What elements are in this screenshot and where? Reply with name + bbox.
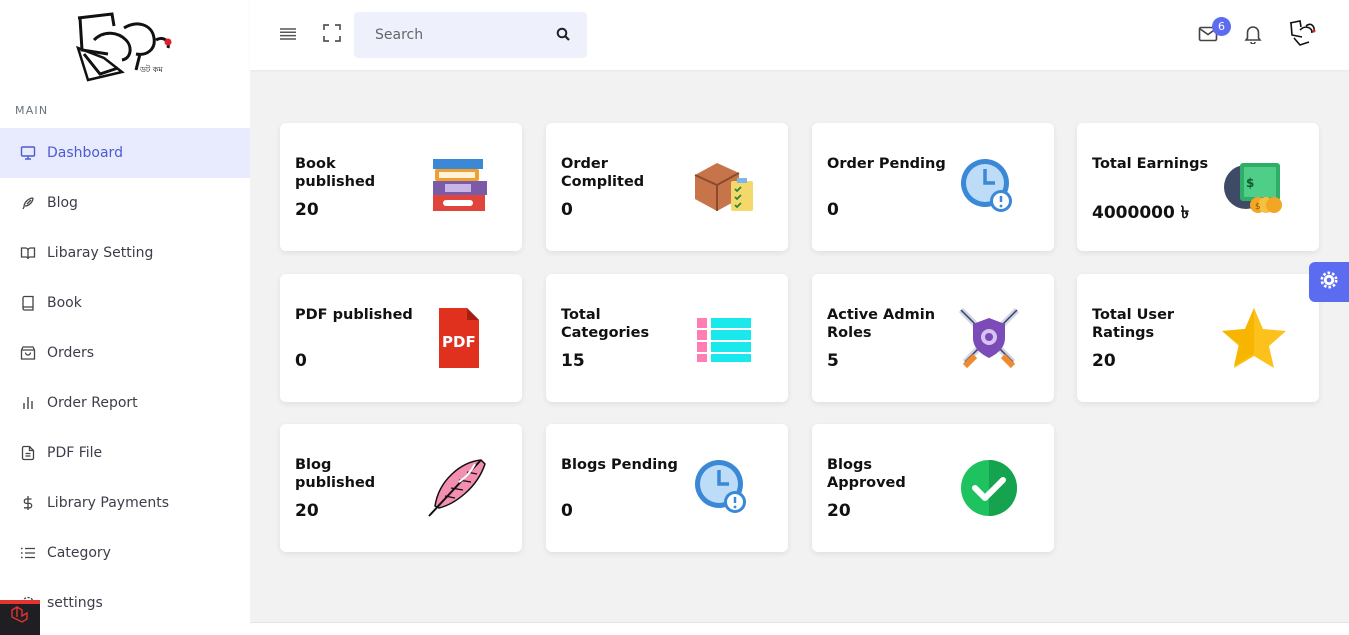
sidebar-item-blog[interactable]: Blog [0, 178, 250, 228]
sidebar-item-label: Orders [47, 345, 95, 361]
sidebar-item-pdf-file[interactable]: PDF File [0, 428, 250, 478]
monitor-icon [20, 145, 36, 161]
shopping-bag-icon [20, 345, 36, 361]
sidebar-item-order-report[interactable]: Order Report [0, 378, 250, 428]
hamburger-icon [279, 26, 297, 45]
card-title: Book published [295, 156, 376, 190]
sidebar-item-library-payments[interactable]: Library Payments [0, 478, 250, 528]
svg-text:ডট কম: ডট কম [139, 64, 163, 74]
sidebar-menu: Dashboard Blog Libaray Setting Book Orde… [0, 128, 250, 628]
footer [250, 622, 1349, 635]
sidebar-item-label: PDF File [47, 445, 103, 461]
card-value: 15 [561, 351, 585, 371]
box-checklist-icon [691, 155, 755, 219]
sidebar-item-label: Blog [47, 195, 78, 211]
stat-card-book-published[interactable]: Book published 20 [280, 123, 522, 251]
card-title: Order Pending [827, 156, 946, 172]
sidebar-item-label: Library Payments [47, 495, 169, 511]
svg-text:$: $ [1255, 202, 1261, 212]
card-value: 20 [295, 501, 319, 521]
quill-feather-icon [425, 456, 489, 520]
laravel-debugbar-button[interactable] [0, 600, 40, 635]
top-header: 6 [250, 0, 1349, 70]
book-icon [20, 295, 36, 311]
card-value: 20 [827, 501, 851, 521]
menu-toggle-button[interactable] [278, 25, 298, 45]
card-title: Total User Ratings [1092, 307, 1175, 341]
card-title: Blogs Approved [827, 457, 906, 491]
stat-card-total-user-ratings[interactable]: Total User Ratings 20 [1077, 274, 1319, 402]
sidebar-item-label: settings [47, 595, 103, 611]
mail-count-badge: 6 [1212, 17, 1231, 36]
search-input[interactable] [354, 12, 544, 58]
bell-icon [1244, 24, 1262, 48]
pdf-file-icon: PDF [425, 306, 489, 370]
card-title: Total Earnings [1092, 156, 1209, 172]
theme-settings-button[interactable] [1309, 262, 1349, 302]
stat-card-blogs-pending[interactable]: Blogs Pending 0 [546, 424, 788, 552]
expand-icon [323, 24, 341, 46]
dashboard-content: Book published 20 Order Complited 0 Orde… [250, 70, 1349, 635]
card-value: 5 [827, 351, 839, 371]
user-avatar[interactable] [1286, 18, 1318, 48]
card-title: Blog published [295, 457, 376, 491]
bar-chart-icon [20, 395, 36, 411]
clock-alert-icon [957, 155, 1021, 219]
stat-card-total-earnings[interactable]: Total Earnings 4000000 ৳ $ $ [1077, 123, 1319, 251]
search-box [354, 12, 587, 58]
sidebar-item-label: Order Report [47, 395, 138, 411]
sidebar-item-label: Libaray Setting [47, 245, 154, 261]
fullscreen-button[interactable] [322, 24, 342, 46]
card-value: 0 [561, 200, 573, 220]
site-logo[interactable]: ডট কম [74, 10, 174, 84]
check-circle-icon [957, 456, 1021, 520]
sidebar-item-dashboard[interactable]: Dashboard [0, 128, 250, 178]
stat-card-active-admin-roles[interactable]: Active Admin Roles 5 [812, 274, 1054, 402]
stat-card-order-pending[interactable]: Order Pending 0 [812, 123, 1054, 251]
clock-alert-icon [691, 456, 755, 520]
svg-text:$: $ [1246, 176, 1254, 190]
card-value: 20 [1092, 351, 1116, 371]
card-title: Order Complited [561, 156, 645, 190]
stat-card-total-categories[interactable]: Total Categories 15 [546, 274, 788, 402]
card-value: 0 [295, 351, 307, 371]
search-button[interactable] [554, 26, 572, 44]
feather-icon [20, 195, 36, 211]
laravel-icon [9, 605, 31, 631]
stat-card-pdf-published[interactable]: PDF published 0 PDF [280, 274, 522, 402]
stat-card-order-completed[interactable]: Order Complited 0 [546, 123, 788, 251]
list-icon [20, 545, 36, 561]
card-value: 0 [561, 501, 573, 521]
sidebar-item-library-setting[interactable]: Libaray Setting [0, 228, 250, 278]
sidebar-item-category[interactable]: Category [0, 528, 250, 578]
dollar-icon [20, 495, 36, 511]
notifications-button[interactable] [1243, 26, 1263, 46]
sidebar-item-label: Dashboard [47, 145, 123, 161]
card-value: 0 [827, 200, 839, 220]
sidebar-item-orders[interactable]: Orders [0, 328, 250, 378]
gear-icon [1320, 271, 1338, 293]
stat-card-blog-published[interactable]: Blog published 20 [280, 424, 522, 552]
svg-text:PDF: PDF [442, 333, 476, 351]
card-title: Blogs Pending [561, 457, 678, 473]
shield-swords-icon [957, 306, 1021, 370]
stat-card-blogs-approved[interactable]: Blogs Approved 20 [812, 424, 1054, 552]
money-coins-icon: $ $ [1222, 155, 1286, 219]
section-label-main: MAIN [15, 104, 49, 117]
file-text-icon [20, 445, 36, 461]
sidebar: ডট কম MAIN Dashboard Blog Libaray Settin… [0, 0, 250, 635]
card-value: 4000000 ৳ [1092, 203, 1190, 223]
sidebar-item-book[interactable]: Book [0, 278, 250, 328]
sidebar-item-label: Book [47, 295, 82, 311]
books-stack-icon [425, 155, 489, 219]
card-title: PDF published [295, 307, 413, 323]
book-open-icon [20, 245, 36, 261]
search-icon [556, 26, 570, 45]
card-title: Total Categories [561, 307, 650, 341]
category-list-icon [691, 306, 755, 370]
sidebar-item-label: Category [47, 545, 111, 561]
star-icon [1222, 306, 1286, 370]
card-title: Active Admin Roles [827, 307, 936, 341]
card-value: 20 [295, 200, 319, 220]
